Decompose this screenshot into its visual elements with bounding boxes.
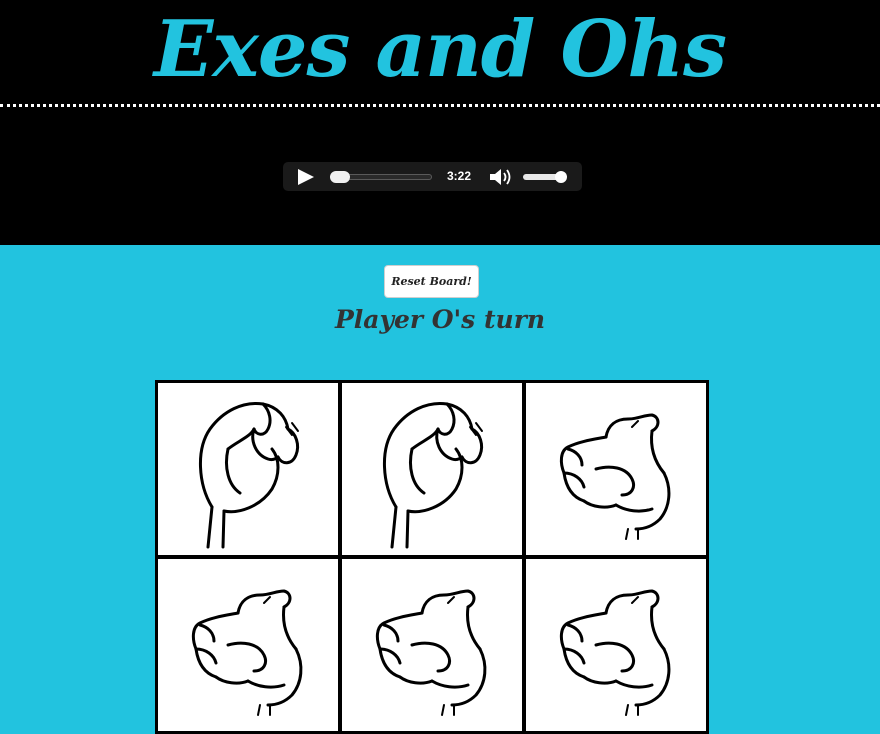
audio-progress-handle[interactable] bbox=[330, 171, 350, 183]
board-cell-6[interactable] bbox=[526, 559, 706, 731]
audio-player: 3:22 bbox=[283, 162, 582, 191]
play-icon[interactable] bbox=[298, 169, 314, 185]
volume-handle[interactable] bbox=[555, 171, 567, 183]
board-cell-3[interactable] bbox=[526, 383, 706, 555]
asl-x-hand-icon bbox=[559, 589, 671, 717]
board-cell-1[interactable] bbox=[158, 383, 338, 555]
asl-x-hand-icon bbox=[375, 589, 487, 717]
asl-x-hand-icon bbox=[559, 413, 671, 541]
asl-o-hand-icon bbox=[198, 401, 300, 549]
board-cell-5[interactable] bbox=[342, 559, 522, 731]
page-title: Exes and Ohs bbox=[153, 4, 727, 95]
page-header: Exes and Ohs 3:22 bbox=[0, 0, 880, 245]
volume-icon[interactable] bbox=[488, 168, 512, 186]
asl-x-hand-icon bbox=[191, 589, 303, 717]
asl-o-hand-icon bbox=[382, 401, 484, 549]
audio-time: 3:22 bbox=[447, 169, 472, 183]
turn-indicator: Player O's turn bbox=[334, 305, 546, 334]
reset-board-button[interactable]: Reset Board! bbox=[384, 265, 479, 298]
game-board bbox=[155, 380, 709, 734]
dotted-divider bbox=[0, 104, 880, 107]
board-cell-4[interactable] bbox=[158, 559, 338, 731]
board-cell-2[interactable] bbox=[342, 383, 522, 555]
